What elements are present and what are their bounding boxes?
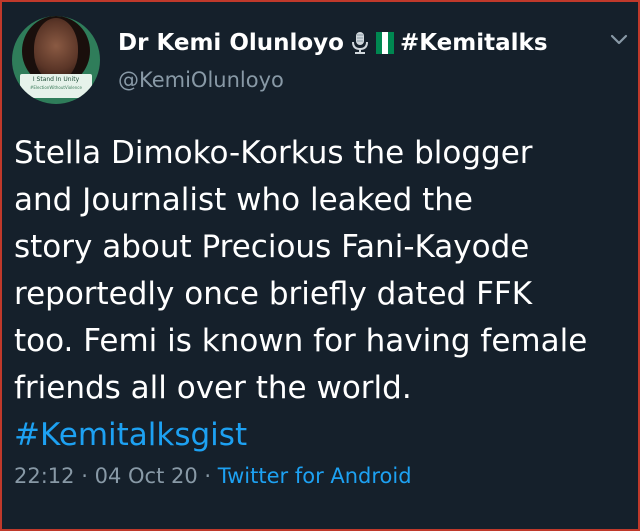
- meta-separator: ·: [81, 464, 88, 488]
- tweet-body: Stella Dimoko-Korkus the blogger and Jou…: [14, 130, 632, 459]
- avatar-face: [34, 18, 78, 80]
- tweet-source-link[interactable]: Twitter for Android: [218, 464, 412, 488]
- tweet-text-line: Stella Dimoko-Korkus the blogger: [14, 135, 533, 171]
- tweet-metadata: 22:12 · 04 Oct 20 · Twitter for Android: [14, 464, 412, 488]
- hashtag-link[interactable]: #Kemitalksgist: [14, 412, 632, 459]
- tweet-time[interactable]: 22:12: [14, 464, 75, 488]
- tweet-card: I Stand In Unity #ElectionWithoutViolenc…: [0, 0, 640, 531]
- tweet-text-line: friends all over the world.: [14, 370, 412, 406]
- user-handle[interactable]: @KemiOlunloyo: [118, 68, 284, 92]
- tweet-text-line: too. Femi is known for having female: [14, 323, 588, 359]
- meta-separator: ·: [204, 464, 212, 488]
- microphone-icon: [350, 31, 370, 55]
- chevron-down-icon[interactable]: [608, 32, 630, 48]
- tweet-text-line: reportedly once briefly dated FFK: [14, 276, 533, 312]
- avatar-banner-text: I Stand In Unity: [32, 76, 80, 83]
- tweet-text-line: and Journalist who leaked the: [14, 182, 473, 218]
- name-hashtag: #Kemitalks: [399, 30, 548, 56]
- display-name[interactable]: Dr Kemi Olunloyo: [118, 30, 344, 56]
- avatar-banner: I Stand In Unity #ElectionWithoutViolenc…: [20, 74, 92, 98]
- nigeria-flag-icon: [375, 32, 394, 54]
- avatar-banner-subtext: #ElectionWithoutViolence: [30, 85, 82, 90]
- display-name-row[interactable]: Dr Kemi Olunloyo #Kemitalks: [118, 30, 548, 56]
- tweet-date[interactable]: 04 Oct 20: [95, 464, 198, 488]
- tweet-text-line: story about Precious Fani-Kayode: [14, 229, 530, 265]
- avatar[interactable]: I Stand In Unity #ElectionWithoutViolenc…: [12, 16, 100, 104]
